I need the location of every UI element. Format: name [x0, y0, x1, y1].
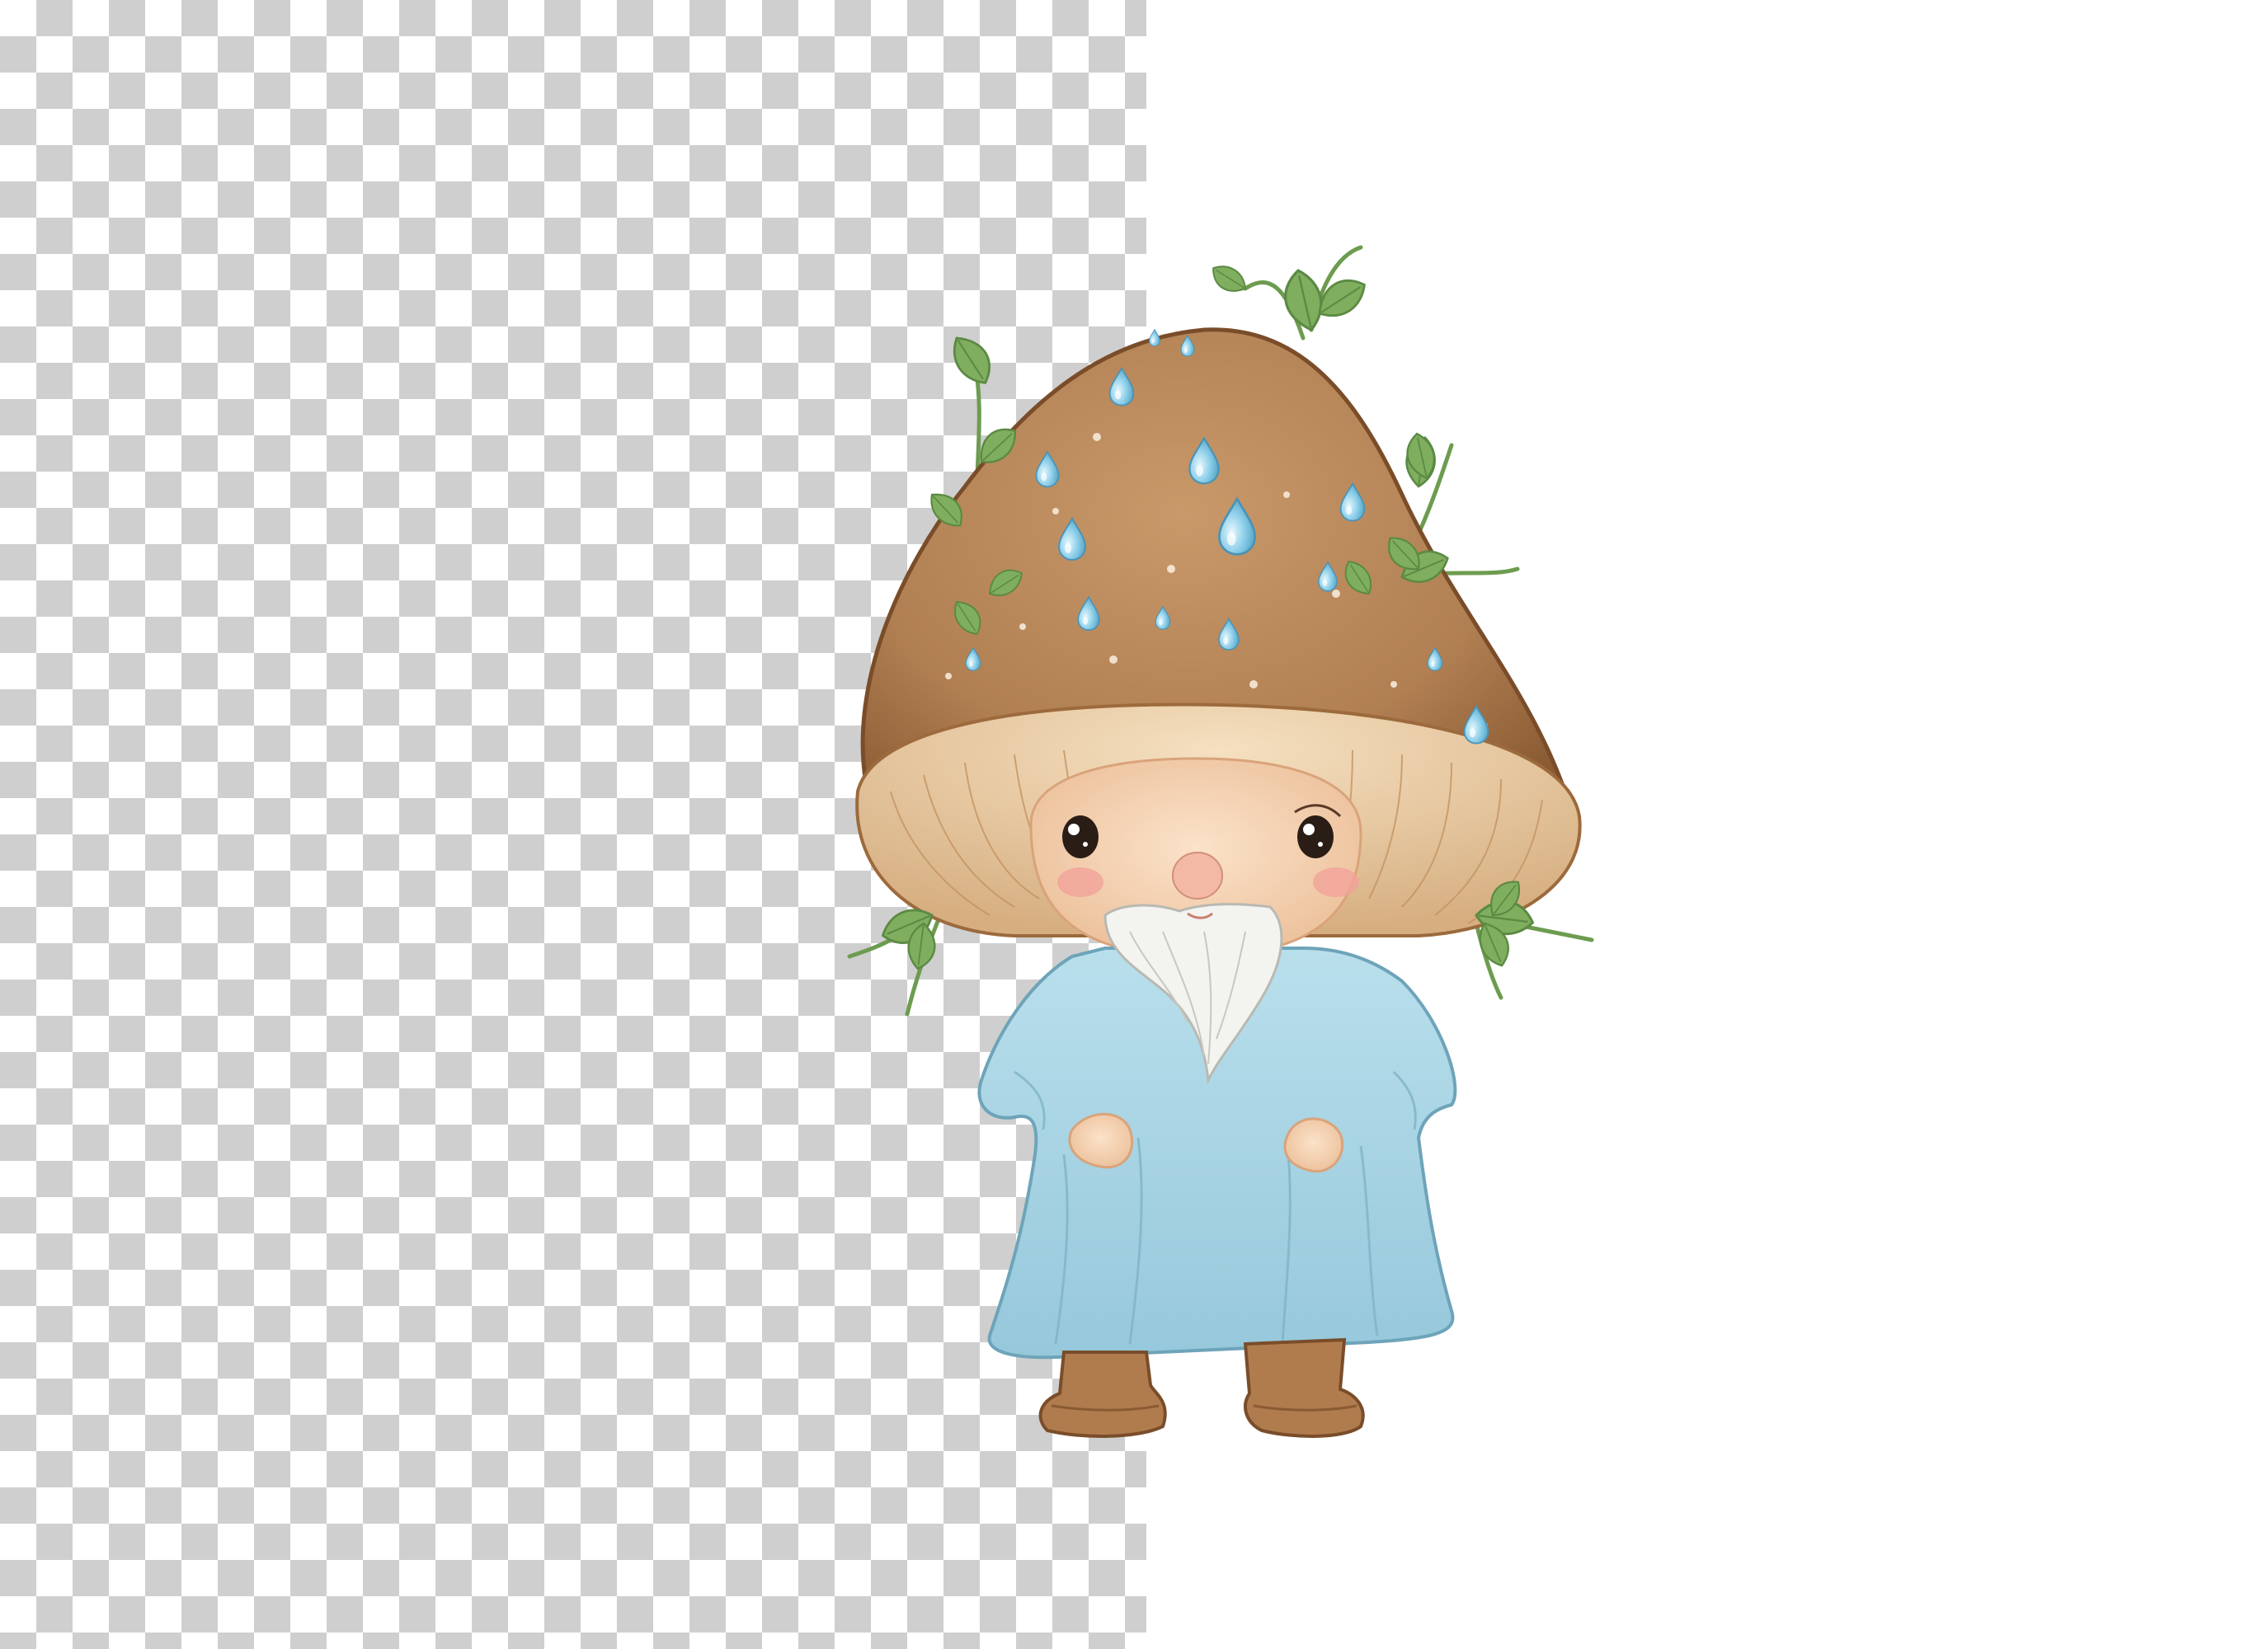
boot-icon [1038, 1337, 1365, 1438]
eye-left [1062, 815, 1099, 858]
nose [1172, 852, 1223, 900]
eye-right [1297, 815, 1334, 858]
mushroom-gnome-illustration [847, 245, 1594, 1438]
